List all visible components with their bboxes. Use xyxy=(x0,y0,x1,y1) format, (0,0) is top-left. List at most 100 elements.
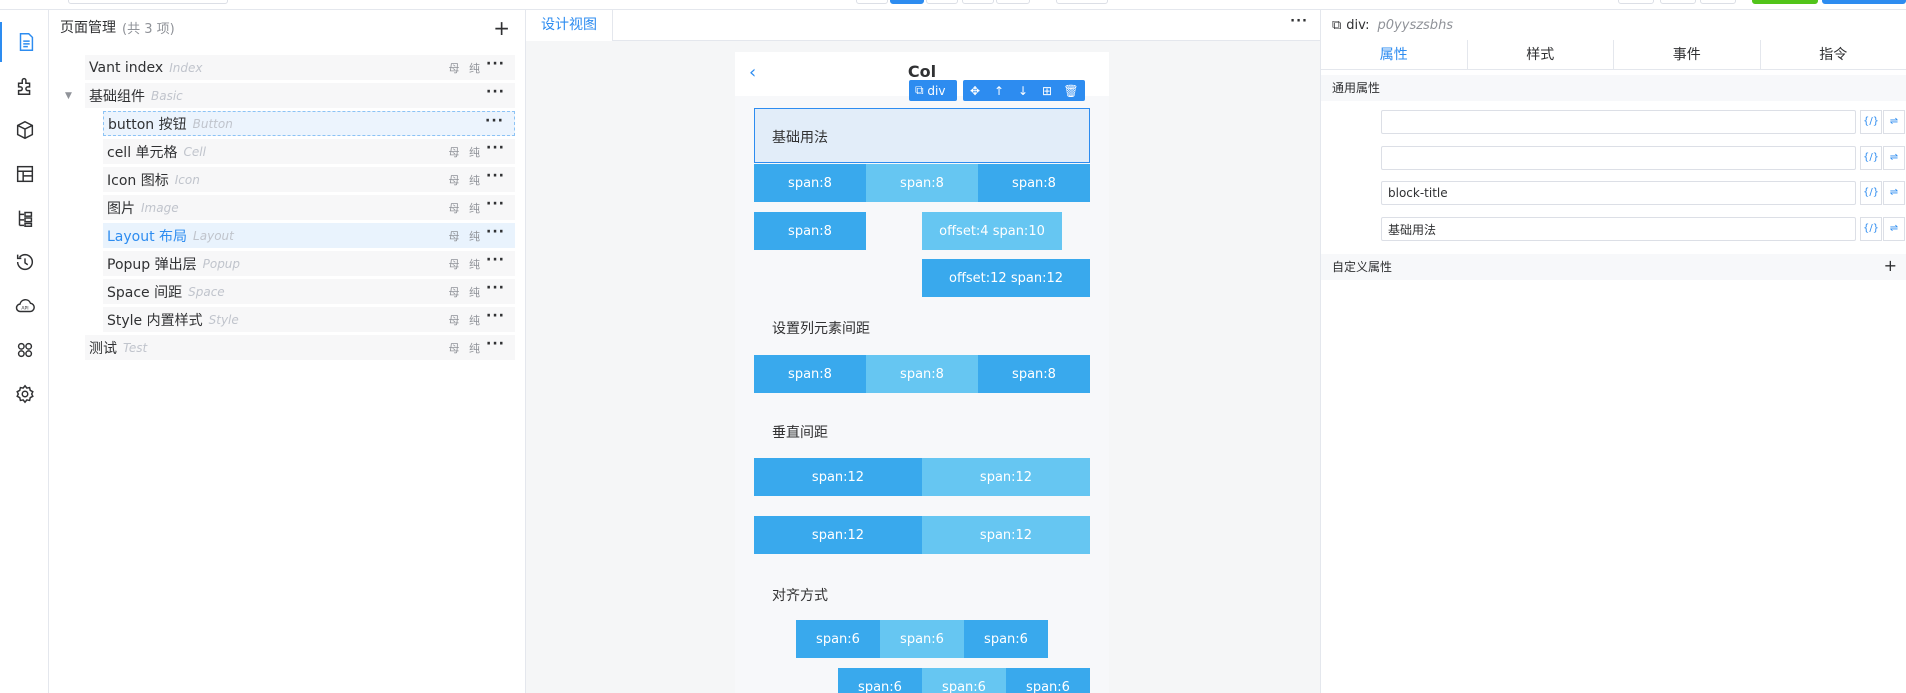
tree-item-button[interactable]: button 按钮 Button ··· xyxy=(103,111,515,136)
col-span-8[interactable]: span:8 xyxy=(754,355,866,393)
col-span-12[interactable]: span:12 xyxy=(754,458,922,496)
toolbar-button[interactable] xyxy=(1056,0,1108,4)
move-icon[interactable]: ✥ xyxy=(963,84,987,98)
tree-item-layout[interactable]: Layout 布局 Layout 母 纯 ··· xyxy=(103,223,515,248)
tree-item-label: 图片 xyxy=(107,200,135,217)
tab-design-view[interactable]: 设计视图 xyxy=(526,10,613,41)
col-span-6[interactable]: span:6 xyxy=(838,668,922,693)
toolbar-button[interactable] xyxy=(1618,0,1654,4)
tree-item-style[interactable]: Style 内置样式 Style 母 纯 ··· xyxy=(103,307,515,332)
text-input[interactable] xyxy=(1381,217,1856,241)
toolbar-button[interactable] xyxy=(962,0,994,4)
more-icon[interactable]: ··· xyxy=(486,168,505,184)
element-tag[interactable]: ⧉ div xyxy=(909,80,957,101)
tree-item-label: Icon 图标 xyxy=(107,172,169,189)
select-parent-icon[interactable]: ⊞ xyxy=(1035,84,1059,98)
col-span-12[interactable]: span:12 xyxy=(922,516,1090,554)
tree-icon[interactable] xyxy=(0,198,49,238)
element-type: div: xyxy=(1346,17,1370,33)
col-span-8[interactable]: span:8 xyxy=(978,355,1090,393)
more-icon[interactable]: ··· xyxy=(485,113,504,129)
toolbar-button[interactable] xyxy=(996,0,1030,4)
plus-icon[interactable]: + xyxy=(1884,253,1897,279)
save-button[interactable] xyxy=(1752,0,1818,4)
publish-button[interactable] xyxy=(1822,0,1906,4)
api-cloud-icon[interactable]: API xyxy=(0,286,49,326)
col-span-6[interactable]: span:6 xyxy=(880,620,964,658)
element-toolbar: ✥ ↑ ↓ ⊞ 🗑 xyxy=(963,80,1085,101)
toolbar-button[interactable] xyxy=(1700,0,1736,4)
key-input[interactable] xyxy=(1381,110,1856,134)
more-icon[interactable]: ··· xyxy=(486,84,505,100)
col-span-8[interactable]: span:8 xyxy=(754,212,866,250)
more-icon[interactable]: ··· xyxy=(1290,14,1308,29)
activity-rail: API xyxy=(0,10,49,693)
bind-expression-icon[interactable]: {/} xyxy=(1860,110,1882,134)
bind-expression-icon[interactable]: {/} xyxy=(1860,217,1882,241)
pages-icon[interactable] xyxy=(0,22,49,62)
layout-icon[interactable] xyxy=(0,154,49,194)
tree-item-popup[interactable]: Popup 弹出层 Popup 母 纯 ··· xyxy=(103,251,515,276)
tab-styles[interactable]: 样式 xyxy=(1468,40,1614,70)
tree-item-sub: Cell xyxy=(183,144,206,159)
swap-icon[interactable]: ⇌ xyxy=(1883,146,1905,170)
swap-icon[interactable]: ⇌ xyxy=(1883,181,1905,205)
bind-expression-icon[interactable]: {/} xyxy=(1860,146,1882,170)
col-span-6[interactable]: span:6 xyxy=(1006,668,1090,693)
col-span-8[interactable]: span:8 xyxy=(754,164,866,202)
tree-item-test[interactable]: 测试 Test 母 纯 ··· xyxy=(85,335,515,360)
tree-item-sub: Image xyxy=(141,200,179,215)
caret-down-icon[interactable]: ▼ xyxy=(65,91,72,101)
col-span-6[interactable]: span:6 xyxy=(964,620,1048,658)
tree-item-label: Layout 布局 xyxy=(107,228,188,245)
tree-item-space[interactable]: Space 间距 Space 母 纯 ··· xyxy=(103,279,515,304)
col-span-8[interactable]: span:8 xyxy=(866,355,978,393)
plus-icon[interactable]: + xyxy=(493,16,510,40)
more-icon[interactable]: ··· xyxy=(486,140,505,156)
bind-expression-icon[interactable]: {/} xyxy=(1860,181,1882,205)
col-offset-4-span-10[interactable]: offset:4 span:10 xyxy=(922,212,1062,250)
col-offset-12-span-12[interactable]: offset:12 span:12 xyxy=(922,259,1090,297)
col-span-12[interactable]: span:12 xyxy=(922,458,1090,496)
col-span-6[interactable]: span:6 xyxy=(796,620,880,658)
tree-item-cell[interactable]: cell 单元格 Cell 母 纯 ··· xyxy=(103,139,515,164)
arrow-down-icon[interactable]: ↓ xyxy=(1011,84,1035,98)
history-icon[interactable] xyxy=(0,242,49,282)
phone-preview: ‹ Col 基础用法 ⧉ div ✥ ↑ ↓ ⊞ 🗑 span:8 span:8… xyxy=(735,52,1109,693)
tree-item-vant-index[interactable]: Vant index Index 母 纯 ··· xyxy=(85,55,515,80)
apps-icon[interactable] xyxy=(0,330,49,370)
tab-directives[interactable]: 指令 xyxy=(1761,40,1906,70)
cube-icon[interactable] xyxy=(0,110,49,150)
tree-item-icon[interactable]: Icon 图标 Icon 母 纯 ··· xyxy=(103,167,515,192)
col-span-12[interactable]: span:12 xyxy=(754,516,922,554)
arrow-up-icon[interactable]: ↑ xyxy=(987,84,1011,98)
tree-item-image[interactable]: 图片 Image 母 纯 ··· xyxy=(103,195,515,220)
more-icon[interactable]: ··· xyxy=(486,196,505,212)
plugin-icon[interactable] xyxy=(0,66,49,106)
toolbar-button[interactable] xyxy=(926,0,958,4)
tab-attributes[interactable]: 属性 xyxy=(1321,40,1468,70)
toolbar-button-active[interactable] xyxy=(890,0,924,4)
more-icon[interactable]: ··· xyxy=(486,308,505,324)
toolbar-button[interactable] xyxy=(1660,0,1696,4)
settings-icon[interactable] xyxy=(0,374,49,414)
more-icon[interactable]: ··· xyxy=(486,56,505,72)
more-icon[interactable]: ··· xyxy=(486,280,505,296)
col-span-6[interactable]: span:6 xyxy=(922,668,1006,693)
delete-icon[interactable]: 🗑 xyxy=(1059,84,1083,98)
design-canvas: 设计视图 ··· ‹ Col 基础用法 ⧉ div ✥ ↑ ↓ ⊞ 🗑 span… xyxy=(526,10,1320,693)
col-span-8[interactable]: span:8 xyxy=(978,164,1090,202)
more-icon[interactable]: ··· xyxy=(486,224,505,240)
tab-events[interactable]: 事件 xyxy=(1614,40,1761,70)
top-search-input[interactable] xyxy=(68,0,228,4)
more-icon[interactable]: ··· xyxy=(486,336,505,352)
class-input[interactable] xyxy=(1381,181,1856,205)
toolbar-button[interactable] xyxy=(856,0,888,4)
more-icon[interactable]: ··· xyxy=(486,252,505,268)
col-span-8[interactable]: span:8 xyxy=(866,164,978,202)
swap-icon[interactable]: ⇌ xyxy=(1883,110,1905,134)
tree-title: 页面管理 xyxy=(60,20,116,36)
swap-icon[interactable]: ⇌ xyxy=(1883,217,1905,241)
tree-group-basic[interactable]: ▼ 基础组件 Basic ··· xyxy=(65,83,515,108)
ref-input[interactable] xyxy=(1381,146,1856,170)
